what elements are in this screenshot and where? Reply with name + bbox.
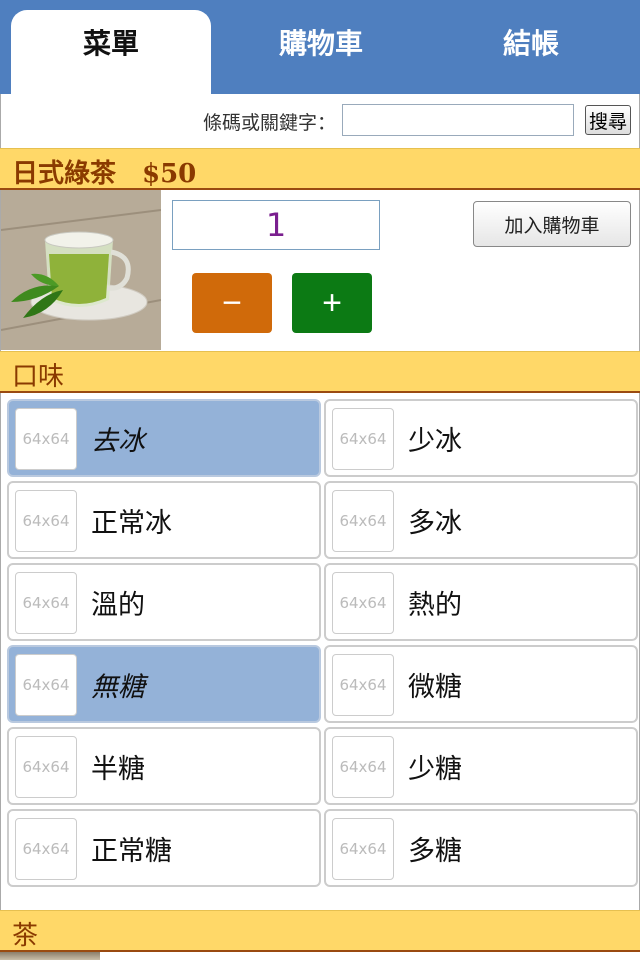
option-normal-ice[interactable]: 64x64 正常冰 [7,481,321,559]
option-warm[interactable]: 64x64 溫的 [7,563,321,641]
add-to-cart-button[interactable]: 加入購物車 [473,201,631,247]
option-label: 少糖 [408,754,462,785]
flavor-section-bar: 口味 [0,351,640,393]
option-image-placeholder: 64x64 [15,572,77,634]
search-row: 條碼或關鍵字： 搜尋 [0,94,640,148]
option-label: 溫的 [91,590,145,621]
option-image-placeholder: 64x64 [332,408,394,470]
option-image-placeholder: 64x64 [332,818,394,880]
option-image-placeholder: 64x64 [15,490,77,552]
option-image-placeholder: 64x64 [15,818,77,880]
product-panel: 1 加入購物車 − + [0,190,640,351]
option-no-sugar[interactable]: 64x64 無糖 [7,645,321,723]
option-label: 熱的 [408,590,462,621]
option-image-placeholder: 64x64 [332,572,394,634]
option-label: 無糖 [91,672,145,703]
product-title: 日式綠茶 $50 [12,159,197,189]
option-label: 去冰 [91,426,145,457]
option-no-ice[interactable]: 64x64 去冰 [7,399,321,477]
green-tea-cup-icon [1,190,161,350]
green-tea-photo [1,190,161,350]
search-input[interactable] [342,104,574,136]
option-image-placeholder: 64x64 [15,736,77,798]
tab-menu[interactable]: 菜單 [11,10,211,94]
option-label: 正常糖 [91,836,172,867]
flavor-options-grid: 64x64 去冰 64x64 少冰 64x64 正常冰 64x64 多冰 64x… [0,393,640,910]
tea-item-photo-peek [0,952,100,960]
option-half-sugar[interactable]: 64x64 半糖 [7,727,321,805]
decrease-quantity-button[interactable]: − [192,273,272,333]
option-image-placeholder: 64x64 [332,654,394,716]
flavor-section-title: 口味 [12,362,65,392]
option-image-placeholder: 64x64 [15,654,77,716]
tea-section-bar: 茶 [0,910,640,952]
option-less-ice[interactable]: 64x64 少冰 [324,399,638,477]
option-label: 半糖 [91,754,145,785]
option-image-placeholder: 64x64 [15,408,77,470]
option-label: 多冰 [408,508,462,539]
option-image-placeholder: 64x64 [332,736,394,798]
option-normal-sugar[interactable]: 64x64 正常糖 [7,809,321,887]
tea-section-title: 茶 [12,921,39,951]
product-title-bar: 日式綠茶 $50 [0,148,640,190]
option-label: 正常冰 [91,508,172,539]
option-less-sugar[interactable]: 64x64 少糖 [324,727,638,805]
option-image-placeholder: 64x64 [332,490,394,552]
option-extra-ice[interactable]: 64x64 多冰 [324,481,638,559]
tab-cart[interactable]: 購物車 [221,10,421,94]
option-light-sugar[interactable]: 64x64 微糖 [324,645,638,723]
search-button[interactable]: 搜尋 [585,105,631,135]
search-label: 條碼或關鍵字： [203,112,337,134]
increase-quantity-button[interactable]: + [292,273,372,333]
option-extra-sugar[interactable]: 64x64 多糖 [324,809,638,887]
quantity-field[interactable]: 1 [172,200,380,250]
option-label: 微糖 [408,672,462,703]
option-label: 多糖 [408,836,462,867]
tab-bar: 菜單 購物車 結帳 [0,0,640,94]
option-hot[interactable]: 64x64 熱的 [324,563,638,641]
option-label: 少冰 [408,426,462,457]
tab-checkout[interactable]: 結帳 [431,10,631,94]
